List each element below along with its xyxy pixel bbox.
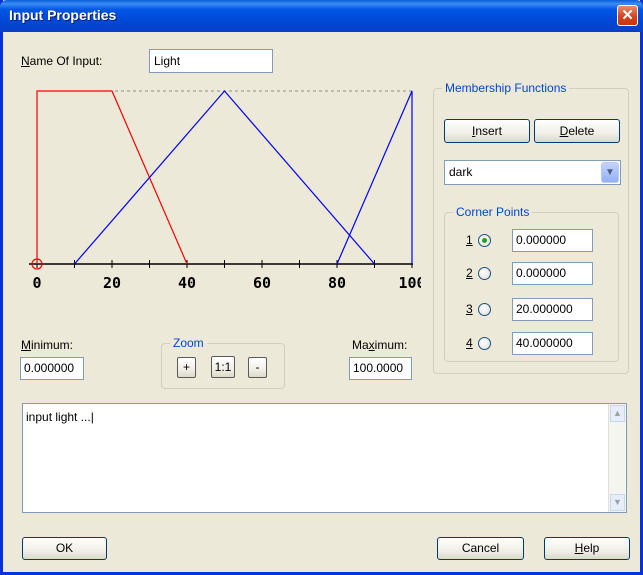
corner-points-legend: Corner Points: [453, 205, 533, 219]
zoom-legend: Zoom: [170, 336, 207, 350]
zoom-reset-button[interactable]: 1:1: [211, 356, 235, 378]
ok-button[interactable]: OK: [22, 537, 107, 560]
membership-functions-legend: Membership Functions: [442, 81, 570, 95]
zoom-in-button[interactable]: +: [177, 357, 196, 378]
membership-function-select[interactable]: dark ▼: [444, 160, 621, 185]
corner-point-1-label: 1: [466, 233, 473, 247]
x-tick-label: 60: [253, 274, 271, 292]
scroll-up-icon[interactable]: ▲: [610, 405, 625, 422]
corner-point-2-field[interactable]: 0.000000: [512, 262, 593, 285]
name-of-input-label: Name Of Input:: [21, 54, 103, 68]
x-tick-label: 0: [32, 274, 41, 292]
input-properties-dialog: Input Properties ✕ Name Of Input: Light …: [0, 0, 643, 575]
membership-function-plot[interactable]: 0 20 40 60 80 100: [23, 82, 421, 294]
corner-point-2-radio[interactable]: [478, 267, 491, 280]
x-tick-label: 20: [103, 274, 121, 292]
corner-point-4-label: 4: [466, 336, 473, 350]
corner-point-1-field[interactable]: 0.000000: [512, 229, 593, 252]
membership-function-selected: dark: [449, 165, 473, 179]
membership-series-2: [74, 90, 375, 265]
description-text: input light ...|: [26, 410, 94, 424]
cancel-button[interactable]: Cancel: [437, 537, 524, 560]
membership-series-1: [36, 90, 188, 265]
window-title: Input Properties: [9, 7, 117, 23]
vertical-scrollbar[interactable]: ▲ ▼: [608, 404, 626, 512]
corner-point-1-radio[interactable]: [478, 234, 491, 247]
corner-point-4-radio[interactable]: [478, 337, 491, 350]
membership-series-3: [336, 90, 413, 265]
corner-point-2-label: 2: [466, 266, 473, 280]
maximum-field[interactable]: 100.0000: [349, 357, 412, 380]
zoom-out-button[interactable]: -: [248, 357, 267, 378]
name-of-input-label-rest: ame Of Input:: [29, 54, 103, 68]
close-icon: ✕: [621, 7, 634, 24]
x-tick-label: 100: [398, 274, 421, 292]
corner-point-3-field[interactable]: 20.000000: [512, 298, 593, 321]
minimum-label: Minimum:: [21, 338, 74, 352]
title-bar[interactable]: Input Properties ✕: [0, 0, 643, 32]
chevron-down-icon[interactable]: ▼: [601, 162, 619, 183]
description-textarea[interactable]: input light ...| ▲ ▼: [22, 403, 627, 513]
corner-point-4-field[interactable]: 40.000000: [512, 332, 593, 355]
help-button[interactable]: Help: [544, 537, 630, 560]
close-button[interactable]: ✕: [617, 5, 638, 26]
maximum-label: Maximum:: [352, 338, 408, 352]
insert-button[interactable]: Insert: [444, 119, 530, 143]
minimum-field[interactable]: 0.000000: [20, 357, 84, 380]
x-tick-label: 40: [178, 274, 196, 292]
x-tick-label: 80: [328, 274, 346, 292]
delete-button[interactable]: Delete: [534, 119, 620, 143]
corner-point-3-radio[interactable]: [478, 303, 491, 316]
scroll-down-icon[interactable]: ▼: [610, 494, 625, 511]
name-of-input-field[interactable]: Light: [149, 49, 273, 73]
corner-point-3-label: 3: [466, 302, 473, 316]
